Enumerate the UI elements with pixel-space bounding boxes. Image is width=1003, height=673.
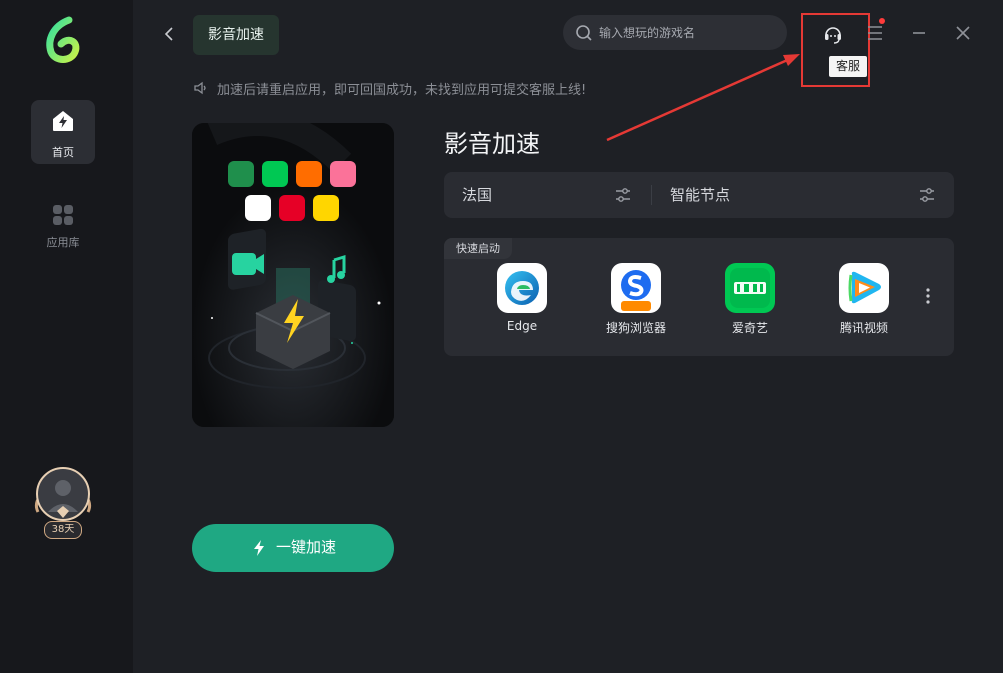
one-click-accelerate-button[interactable]: 一键加速	[192, 524, 394, 572]
sidebar-item-label: 应用库	[46, 236, 80, 249]
app-name: Edge	[506, 319, 538, 333]
tab-media-acceleration[interactable]: 影音加速	[193, 15, 279, 55]
grid-apps-icon	[53, 205, 73, 225]
iqiyi-badge-icon	[262, 161, 288, 187]
membership-days-badge: 38天	[44, 521, 82, 539]
more-vertical-icon[interactable]	[922, 286, 934, 306]
search-bar[interactable]	[563, 15, 787, 50]
back-chevron-icon[interactable]	[160, 24, 180, 44]
bilibili-badge-icon	[330, 161, 356, 187]
sidebar-item-home[interactable]: 首页	[31, 100, 95, 164]
notice-bar: 加速后请重启应用，即可回国成功，未找到应用可提交客服上线!	[193, 78, 753, 98]
app-name: 搜狗浏览器	[605, 321, 666, 335]
search-input[interactable]	[599, 15, 779, 50]
app-tile-edge[interactable]: Edge	[477, 263, 567, 343]
media-banner	[192, 123, 394, 427]
node-selector[interactable]: 智能节点	[670, 172, 730, 218]
sidebar-item-label: 首页	[52, 146, 74, 159]
tencent-video-badge-icon	[228, 161, 254, 187]
tencent-video-icon	[839, 263, 889, 313]
speaker-icon	[194, 81, 206, 95]
home-bolt-icon	[53, 111, 73, 131]
edge-icon	[497, 263, 547, 313]
banner-background	[192, 123, 394, 427]
minimize-icon[interactable]	[910, 24, 928, 42]
app-name: 腾讯视频	[839, 321, 888, 335]
app-tile-iqiyi[interactable]: 爱奇艺	[705, 263, 795, 343]
mgtv-badge-icon	[296, 161, 322, 187]
iqiyi-icon	[725, 263, 775, 313]
sliders-icon[interactable]	[614, 186, 632, 204]
notification-dot	[879, 18, 885, 24]
customer-service-tooltip: 客服	[829, 56, 867, 77]
section-title: 影音加速	[444, 130, 540, 158]
close-icon[interactable]	[954, 24, 972, 42]
sidebar: 首页 应用库 38天	[0, 0, 133, 673]
youku-badge-icon	[245, 195, 271, 221]
search-icon	[576, 25, 592, 41]
cta-label: 一键加速	[276, 539, 337, 556]
app-tile-sogou-browser[interactable]: 搜狗浏览器	[591, 263, 681, 343]
netease-music-badge-icon	[279, 195, 305, 221]
notice-text: 加速后请重启应用，即可回国成功，未找到应用可提交客服上线!	[217, 83, 587, 98]
app-tile-tencent-video[interactable]: 腾讯视频	[819, 263, 909, 343]
quick-launch-label: 快速启动	[444, 238, 512, 259]
sidebar-item-app-library[interactable]: 应用库	[31, 194, 95, 258]
lightning-icon	[254, 540, 264, 556]
region-selector-row: 法国 智能节点	[444, 172, 954, 218]
user-avatar[interactable]: 38天	[34, 466, 92, 542]
headset-icon	[825, 27, 841, 44]
sogou-browser-icon	[611, 263, 661, 313]
app-logo	[46, 16, 80, 63]
kuwo-badge-icon	[313, 195, 339, 221]
app-name: 爱奇艺	[731, 321, 768, 335]
region-country[interactable]: 法国	[462, 172, 492, 218]
quick-launch-panel: 快速启动 Edge 搜狗浏览器 爱奇艺 腾讯视频	[444, 238, 954, 356]
menu-icon[interactable]	[866, 24, 886, 42]
sliders-icon[interactable]	[918, 186, 936, 204]
divider	[651, 185, 652, 205]
